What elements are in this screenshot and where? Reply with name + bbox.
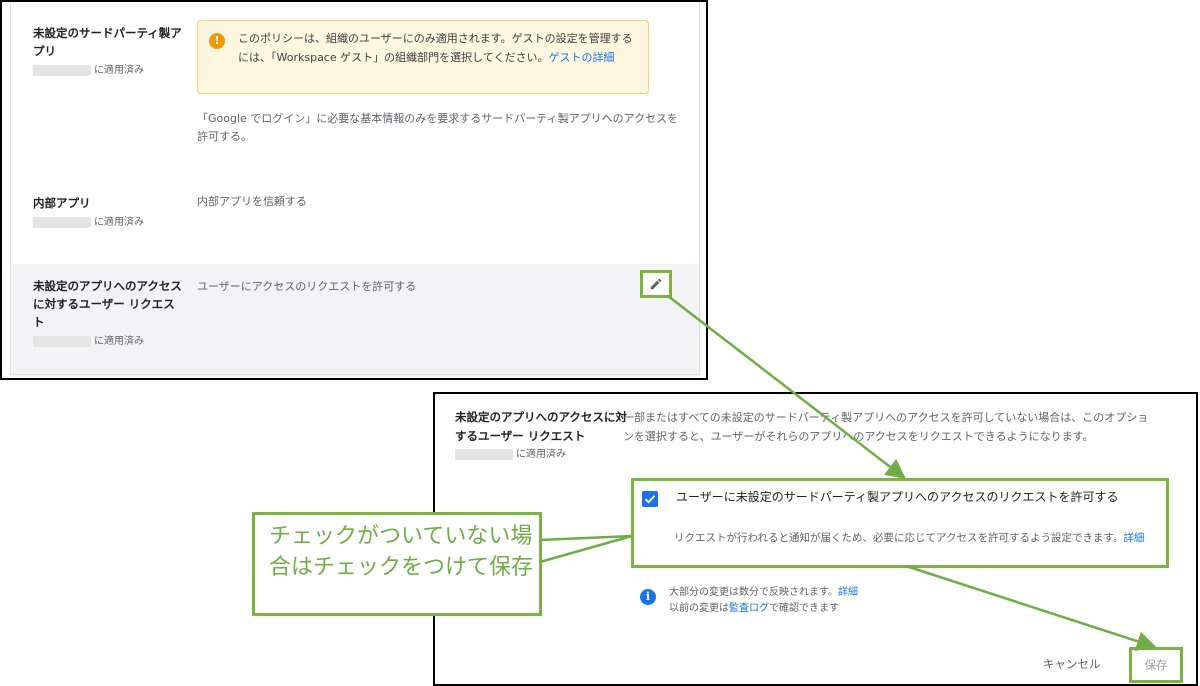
- warning-icon: !: [209, 33, 225, 49]
- setting-description: 一部またはすべての未設定のサードパーティ製アプリへのアクセスを許可していない場合…: [623, 411, 1149, 443]
- allow-requests-option: ユーザーに未設定のサードパーティ製アプリへのアクセスのリクエストを許可する リク…: [631, 478, 1169, 568]
- annotation-text: チェックがついていない場合はチェックをつけて保存: [269, 524, 534, 580]
- applied-status: に適用済み: [33, 335, 144, 349]
- settings-list-panel: 未設定のサードパーティ製アプリ に適用済み ! このポリシーは、組織のユーザーに…: [0, 0, 708, 380]
- edit-setting-panel: 未設定のアプリへのアクセスに対するユーザー リクエスト に適用済み 一部またはす…: [433, 392, 1198, 686]
- guest-details-link[interactable]: ゲストの詳細: [548, 51, 614, 64]
- setting-description: 「Google でログイン」に必要な基本情報のみを要求するサードパーティ製アプリ…: [197, 112, 679, 143]
- setting-title-unconfigured-apps: 未設定のサードパーティ製アプリ: [33, 26, 182, 58]
- applied-status: に適用済み: [33, 216, 144, 230]
- settings-card: 未設定のサードパーティ製アプリ に適用済み ! このポリシーは、組織のユーザーに…: [10, 2, 700, 375]
- checkbox-helper-text: リクエストが行われると通知が届くため、必要に応じてアクセスを許可するよう設定でき…: [674, 532, 1145, 544]
- setting-title-user-requests: 未設定のアプリへのアクセスに対するユーザー リクエスト: [455, 410, 627, 443]
- setting-title-user-requests: 未設定のアプリへのアクセスに対するユーザー リクエスト: [33, 279, 182, 329]
- setting-title-internal-apps: 内部アプリ: [33, 196, 91, 210]
- annotation-callout: チェックがついていない場合はチェックをつけて保存: [252, 512, 542, 616]
- pencil-icon: [650, 278, 662, 290]
- save-button[interactable]: 保存: [1129, 647, 1183, 683]
- redacted-org-unit: [33, 216, 91, 228]
- edit-button[interactable]: [640, 270, 672, 298]
- warning-text: このポリシーは、組織のユーザーにのみ適用されます。ゲストの設定を管理するには、「…: [238, 32, 633, 64]
- redacted-org-unit: [33, 335, 91, 347]
- details-link[interactable]: 詳細: [838, 587, 858, 598]
- checkbox-label[interactable]: ユーザーに未設定のサードパーティ製アプリへのアクセスのリクエストを許可する: [642, 487, 1162, 508]
- setting-description: 内部アプリを信頼する: [197, 195, 307, 208]
- audit-log-link[interactable]: 監査ログ: [729, 603, 769, 614]
- info-icon: i: [640, 589, 656, 605]
- redacted-org-unit: [455, 448, 513, 460]
- info-text: 大部分の変更は数分で反映されます。詳細 以前の変更は監査ログで確認できます: [669, 587, 858, 614]
- details-link[interactable]: 詳細: [1123, 532, 1144, 544]
- redacted-org-unit: [33, 64, 91, 76]
- applied-status: に適用済み: [455, 448, 566, 462]
- guest-warning-banner: ! このポリシーは、組織のユーザーにのみ適用されます。ゲストの設定を管理するには…: [197, 20, 649, 94]
- cancel-button[interactable]: キャンセル: [1043, 656, 1101, 672]
- setting-description: ユーザーにアクセスのリクエストを許可する: [197, 280, 417, 293]
- applied-status: に適用済み: [33, 64, 144, 78]
